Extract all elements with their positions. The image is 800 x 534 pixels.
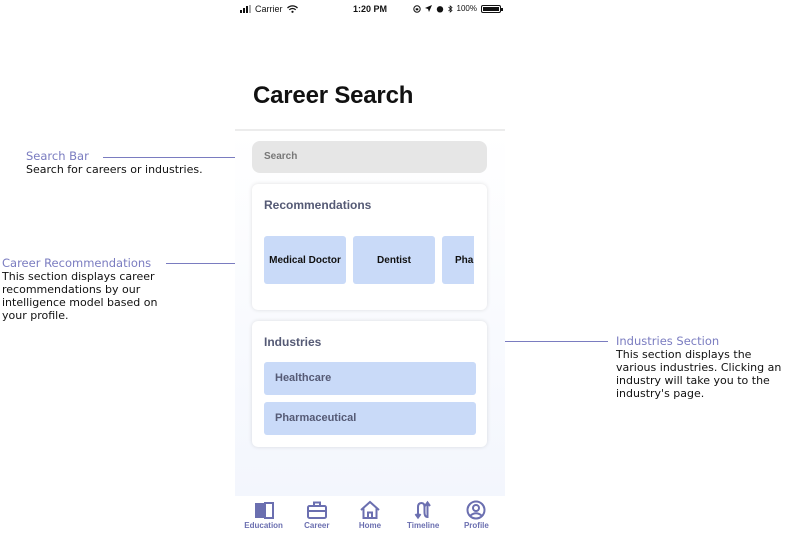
recommendation-tile[interactable]: Pharmacist [442, 236, 474, 284]
tab-education[interactable]: Education [237, 496, 290, 534]
recommendations-card: Recommendations Medical Doctor Dentist P… [252, 184, 487, 310]
profile-icon [466, 500, 486, 520]
battery-icon [481, 4, 503, 13]
industries-title: Industries [264, 335, 322, 349]
tab-bar: Education Career Home Timeline Profile [235, 496, 505, 534]
annotation-text: industry's page. [616, 387, 705, 400]
timeline-arrows-icon [414, 500, 432, 520]
annotation-career-recommendations: Career Recommendations This section disp… [2, 256, 158, 323]
industries-card: Industries Healthcare Pharmaceutical [252, 321, 487, 447]
annotation-text: recommendations by our [2, 283, 141, 296]
annotation-industries-section: Industries Section This section displays… [616, 334, 782, 401]
status-bar: Carrier 1:20 PM 100% [235, 0, 505, 18]
tab-home[interactable]: Home [343, 496, 396, 534]
recommendations-title: Recommendations [264, 198, 372, 212]
home-icon [360, 500, 380, 519]
industry-item-pharmaceutical[interactable]: Pharmaceutical [264, 402, 476, 435]
page-title: Career Search [253, 82, 414, 109]
recommendation-tile[interactable]: Dentist [353, 236, 435, 284]
tab-label: Education [244, 521, 283, 530]
tab-label: Profile [463, 521, 489, 530]
tab-profile[interactable]: Profile [450, 496, 503, 534]
battery-percent: 100% [456, 4, 477, 13]
annotation-text: This section displays career [2, 270, 155, 283]
tab-label: Career [304, 521, 330, 530]
annotation-text: various industries. Clicking an [616, 361, 782, 374]
tab-timeline[interactable]: Timeline [397, 496, 450, 534]
annotation-connector [505, 341, 608, 342]
location-icon [424, 5, 432, 12]
industry-item-healthcare[interactable]: Healthcare [264, 362, 476, 395]
phone-screen: Carrier 1:20 PM 100% Career Search Searc… [235, 0, 505, 534]
book-icon [254, 502, 274, 519]
alarm-icon [436, 5, 443, 12]
search-input[interactable]: Search [252, 141, 487, 173]
annotation-title: Industries Section [616, 334, 720, 348]
annotation-connector [103, 157, 235, 158]
annotation-title: Career Recommendations [2, 256, 152, 270]
tab-career[interactable]: Career [290, 496, 343, 534]
recommendations-carousel[interactable]: Medical Doctor Dentist Pharmacist [264, 236, 474, 284]
annotation-text: This section displays the [616, 348, 752, 361]
bluetooth-icon [447, 4, 453, 13]
annotation-text: industry will take you to the [616, 374, 770, 387]
annotation-text: your profile. [2, 309, 69, 322]
briefcase-icon [306, 501, 327, 519]
recommendation-tile[interactable]: Medical Doctor [264, 236, 346, 284]
annotation-text: Search for careers or industries. [26, 163, 203, 176]
annotation-connector [166, 263, 235, 264]
rotation-lock-icon [412, 4, 421, 13]
tab-label: Home [358, 521, 382, 530]
annotation-text: intelligence model based on [2, 296, 158, 309]
annotation-search-bar: Search Bar Search for careers or industr… [26, 150, 203, 177]
tab-label: Timeline [407, 521, 440, 530]
